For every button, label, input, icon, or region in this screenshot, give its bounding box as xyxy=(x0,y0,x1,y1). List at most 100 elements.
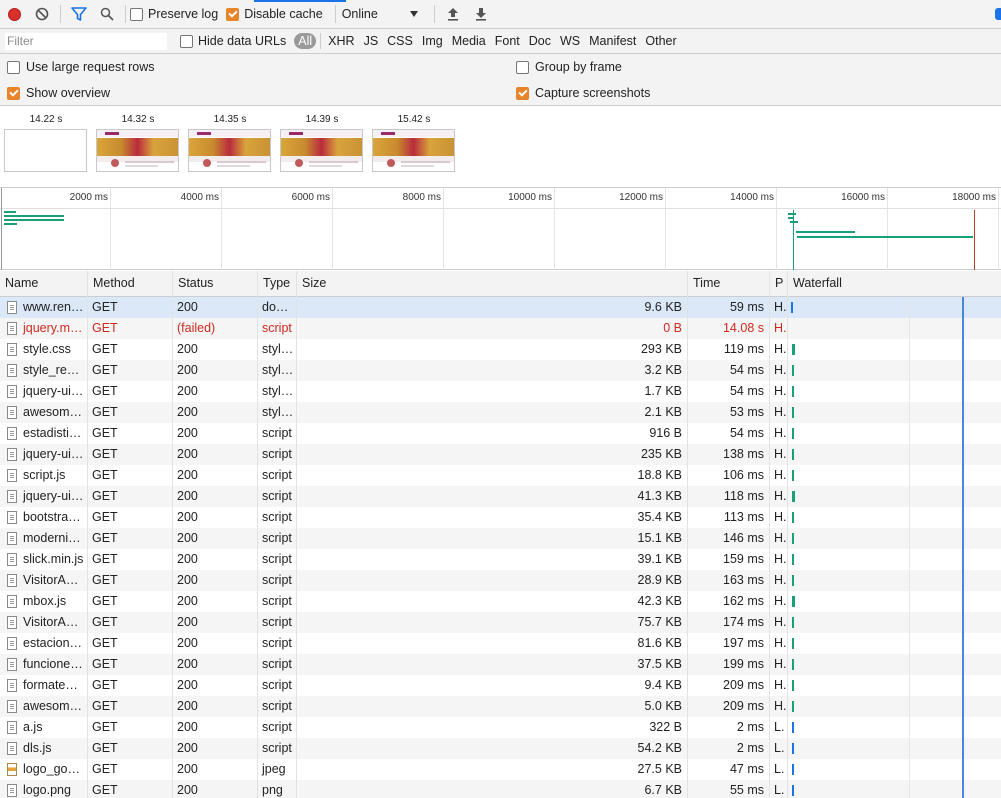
filmstrip-frame[interactable]: 14.35 s xyxy=(188,114,272,172)
table-row[interactable]: style.css GET 200 styl… 293 KB 119 ms H. xyxy=(0,339,1001,360)
search-button[interactable] xyxy=(93,0,121,28)
file-icon xyxy=(7,490,17,503)
waterfall-bar xyxy=(792,491,795,502)
type-filter-doc[interactable]: Doc xyxy=(526,33,554,49)
type-filter-media[interactable]: Media xyxy=(449,33,489,49)
column-header-size[interactable]: Size xyxy=(296,271,687,297)
table-row[interactable]: moderni… GET 200 script 15.1 KB 146 ms H. xyxy=(0,528,1001,549)
column-header-time[interactable]: Time xyxy=(687,271,769,297)
table-row[interactable]: www.ren… GET 200 do… 9.6 KB 59 ms H. xyxy=(0,297,1001,318)
cell-time: 197 ms xyxy=(723,636,764,650)
table-row[interactable]: funcione… GET 200 script 37.5 KB 199 ms H. xyxy=(0,654,1001,675)
filmstrip-frame[interactable]: 15.42 s xyxy=(372,114,456,172)
checkbox-box[interactable] xyxy=(226,7,240,21)
cell-time: 54 ms xyxy=(729,363,764,377)
table-row[interactable]: VisitorA… GET 200 script 75.7 KB 174 ms H. xyxy=(0,612,1001,633)
checkbox-box[interactable] xyxy=(7,60,20,74)
checkbox-box[interactable] xyxy=(516,60,529,74)
column-header-waterfall[interactable]: Waterfall xyxy=(787,271,1001,297)
checkbox-box[interactable] xyxy=(130,7,143,21)
type-filter-all[interactable]: All xyxy=(294,33,317,49)
table-row[interactable]: awesom… GET 200 styl… 2.1 KB 53 ms H. xyxy=(0,402,1001,423)
toolbar-divider xyxy=(433,5,435,23)
cell-name: awesom… xyxy=(23,699,83,713)
cell-status: 200 xyxy=(177,405,198,419)
column-divider xyxy=(769,271,770,798)
type-filter-other[interactable]: Other xyxy=(642,33,679,49)
disable-cache-checkbox[interactable]: Disable cache xyxy=(226,7,323,21)
checkbox-box[interactable] xyxy=(7,86,20,100)
timeline-overview[interactable]: 2000 ms 4000 ms 6000 ms 8000 ms 10000 ms… xyxy=(0,188,1001,270)
table-row[interactable]: logo.png GET 200 png 6.7 KB 55 ms L. xyxy=(0,780,1001,798)
import-har-button[interactable] xyxy=(439,0,467,28)
table-row[interactable]: style_re… GET 200 styl… 3.2 KB 54 ms H. xyxy=(0,360,1001,381)
table-row[interactable]: formate… GET 200 script 9.4 KB 209 ms H. xyxy=(0,675,1001,696)
table-row[interactable]: script.js GET 200 script 18.8 KB 106 ms H. xyxy=(0,465,1001,486)
checkbox-box[interactable] xyxy=(516,86,529,100)
table-header: Name Method Status Type Size Time P Wate… xyxy=(0,271,1001,297)
cell-name: VisitorA… xyxy=(23,573,79,587)
show-overview-checkbox[interactable]: Show overview xyxy=(7,86,110,100)
type-filter-css[interactable]: CSS xyxy=(384,33,416,49)
table-row[interactable]: a.js GET 200 script 322 B 2 ms L. xyxy=(0,717,1001,738)
cell-priority: H. xyxy=(774,405,787,419)
table-row[interactable]: estadisti… GET 200 script 916 B 54 ms H. xyxy=(0,423,1001,444)
table-row[interactable]: logo_go… GET 200 jpeg 27.5 KB 47 ms L. xyxy=(0,759,1001,780)
cell-size: 15.1 KB xyxy=(637,531,682,545)
waterfall-bar xyxy=(792,743,794,754)
cell-name: formate… xyxy=(23,678,78,692)
table-row[interactable]: jquery-ui… GET 200 styl… 1.7 KB 54 ms H. xyxy=(0,381,1001,402)
table-row[interactable]: mbox.js GET 200 script 42.3 KB 162 ms H. xyxy=(0,591,1001,612)
type-filter-xhr[interactable]: XHR xyxy=(325,33,357,49)
filmstrip-frame[interactable]: 14.22 s xyxy=(4,114,88,172)
table-row[interactable]: awesom… GET 200 script 5.0 KB 209 ms H. xyxy=(0,696,1001,717)
cell-size: 54.2 KB xyxy=(637,741,682,755)
large-rows-checkbox[interactable]: Use large request rows xyxy=(7,60,155,74)
table-row[interactable]: slick.min.js GET 200 script 39.1 KB 159 ms H. xyxy=(0,549,1001,570)
column-header-method[interactable]: Method xyxy=(87,271,172,297)
type-filter-font[interactable]: Font xyxy=(492,33,523,49)
table-row[interactable]: jquery-ui… GET 200 script 235 KB 138 ms H. xyxy=(0,444,1001,465)
filter-toggle-button[interactable] xyxy=(65,0,93,28)
cell-type: script xyxy=(262,636,292,650)
overview-window-handle[interactable] xyxy=(1,188,2,270)
file-icon xyxy=(7,469,17,482)
cell-name: script.js xyxy=(23,468,66,482)
column-header-type[interactable]: Type xyxy=(257,271,296,297)
capture-screenshots-checkbox[interactable]: Capture screenshots xyxy=(516,86,650,100)
cell-priority: H. xyxy=(774,426,787,440)
table-row[interactable]: bootstra… GET 200 script 35.4 KB 113 ms H. xyxy=(0,507,1001,528)
cell-time: 54 ms xyxy=(729,384,764,398)
type-filter-ws[interactable]: WS xyxy=(557,33,583,49)
filmstrip-frame[interactable]: 14.32 s xyxy=(96,114,180,172)
waterfall-bar xyxy=(792,365,794,376)
cell-type: styl… xyxy=(262,342,294,356)
throttling-select[interactable]: Online xyxy=(342,7,418,21)
hide-data-urls-checkbox[interactable]: Hide data URLs xyxy=(180,34,286,48)
active-tab-indicator xyxy=(254,0,346,2)
cell-type: script xyxy=(262,447,292,461)
filmstrip-frame[interactable]: 14.39 s xyxy=(280,114,364,172)
column-header-priority[interactable]: P xyxy=(769,271,787,297)
table-row[interactable]: jquery-ui… GET 200 script 41.3 KB 118 ms H. xyxy=(0,486,1001,507)
table-row[interactable]: VisitorA… GET 200 script 28.9 KB 163 ms H. xyxy=(0,570,1001,591)
checkbox-box[interactable] xyxy=(180,34,193,48)
settings-gear-icon[interactable] xyxy=(995,8,1001,20)
preserve-log-checkbox[interactable]: Preserve log xyxy=(130,7,218,21)
group-by-frame-checkbox[interactable]: Group by frame xyxy=(516,60,622,74)
column-header-name[interactable]: Name xyxy=(0,271,87,297)
record-button[interactable] xyxy=(0,0,28,28)
cell-status: 200 xyxy=(177,300,198,314)
type-filter-img[interactable]: Img xyxy=(419,33,446,49)
table-row[interactable]: dls.js GET 200 script 54.2 KB 2 ms L. xyxy=(0,738,1001,759)
cell-priority: H. xyxy=(774,573,787,587)
cell-name: jquery-ui… xyxy=(23,447,84,461)
column-header-status[interactable]: Status xyxy=(172,271,257,297)
table-row[interactable]: estacion… GET 200 script 81.6 KB 197 ms H. xyxy=(0,633,1001,654)
type-filter-manifest[interactable]: Manifest xyxy=(586,33,639,49)
type-filter-js[interactable]: JS xyxy=(361,33,382,49)
clear-button[interactable] xyxy=(28,0,56,28)
export-har-button[interactable] xyxy=(467,0,495,28)
filter-input[interactable]: Filter xyxy=(5,32,167,50)
table-row[interactable]: jquery.m… GET (failed) script 0 B 14.08 s H. xyxy=(0,318,1001,339)
